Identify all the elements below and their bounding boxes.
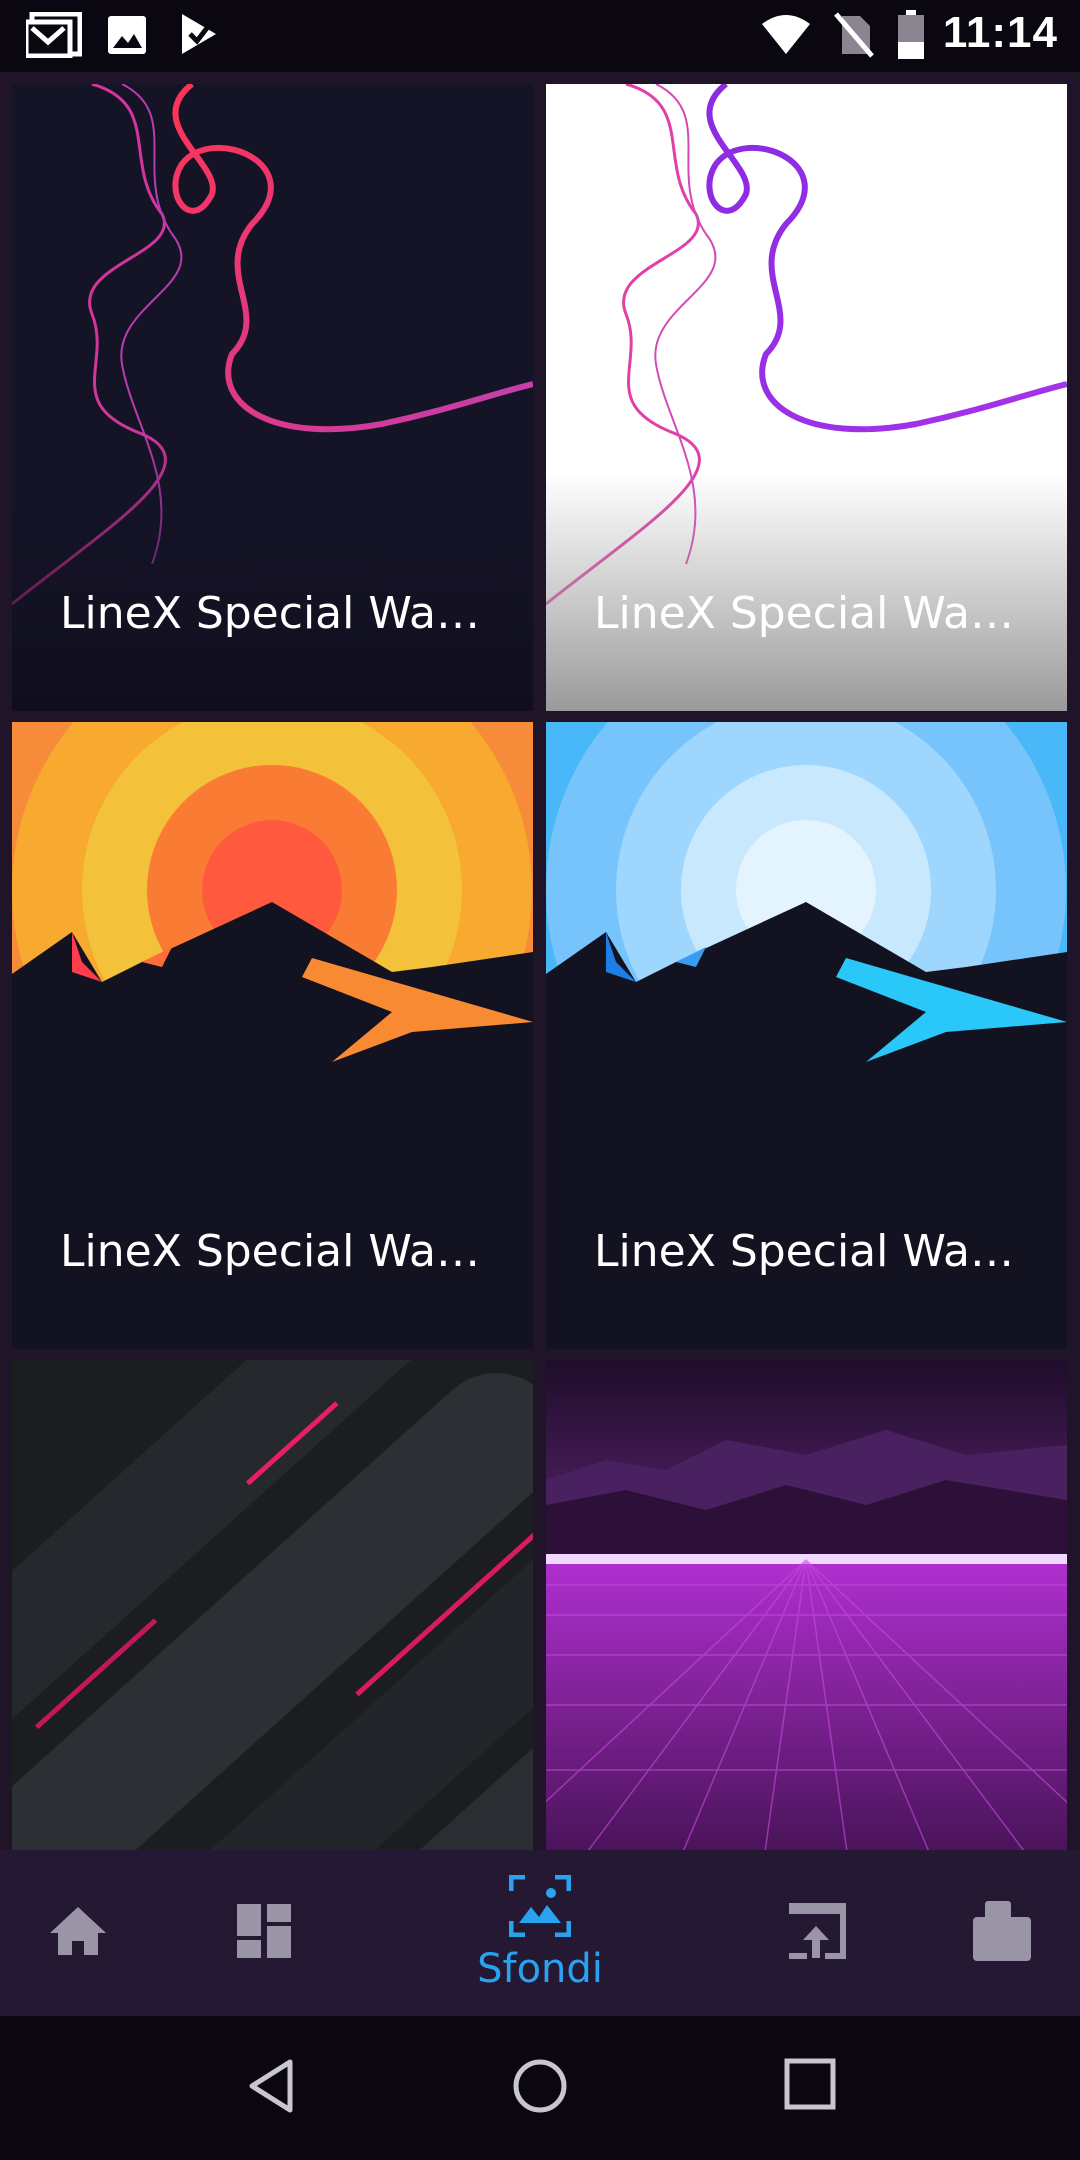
bottom-navigation: Sfondi [0, 1850, 1080, 2016]
status-bar: 11:14 [0, 0, 1080, 72]
nav-dashboard[interactable] [216, 1850, 312, 2016]
wallpaper-card[interactable]: LineX Special Wa… [12, 84, 533, 711]
wallpaper-title: LineX Special Wa… [60, 588, 480, 639]
gallery-icon [106, 12, 148, 61]
wallpaper-card[interactable] [546, 1360, 1067, 1850]
nav-wallpapers-label: Sfondi [477, 1945, 603, 1992]
wallpaper-grid[interactable]: LineX Special Wa… LineX Special Wa… Line… [0, 72, 1080, 1850]
clock: 11:14 [942, 8, 1058, 57]
no-sim-icon [834, 12, 874, 63]
wallpaper-card[interactable]: LineX Special Wa… [12, 722, 533, 1349]
nav-request[interactable] [954, 1850, 1050, 2016]
nav-home[interactable] [30, 1850, 126, 2016]
wallpaper-thumbnail [12, 1360, 533, 1850]
wifi-icon [760, 14, 812, 61]
system-navigation-bar [0, 2016, 1080, 2160]
home-icon [48, 1903, 108, 1964]
wallpaper-icon [508, 1874, 572, 1942]
wallpaper-card[interactable]: LineX Special Wa… [546, 84, 1067, 711]
recents-icon[interactable] [784, 2058, 836, 2115]
wallpaper-card[interactable]: LineX Special Wa… [546, 722, 1067, 1349]
apply-icon [785, 1902, 847, 1965]
wallpaper-title: LineX Special Wa… [594, 588, 1014, 639]
wallpaper-thumbnail [546, 1360, 1067, 1850]
nav-apply[interactable] [768, 1850, 864, 2016]
battery-icon [896, 10, 926, 65]
nav-wallpapers[interactable]: Sfondi [460, 1850, 620, 2016]
wallpaper-card[interactable] [12, 1360, 533, 1850]
dashboard-icon [235, 1902, 293, 1965]
back-icon[interactable] [246, 2058, 296, 2119]
tasks-icon [178, 12, 220, 61]
request-icon [971, 1899, 1033, 1968]
wallpaper-title: LineX Special Wa… [60, 1226, 480, 1277]
wallpaper-title: LineX Special Wa… [594, 1226, 1014, 1277]
gmail-icon [23, 11, 83, 63]
home-circle-icon[interactable] [512, 2058, 568, 2119]
